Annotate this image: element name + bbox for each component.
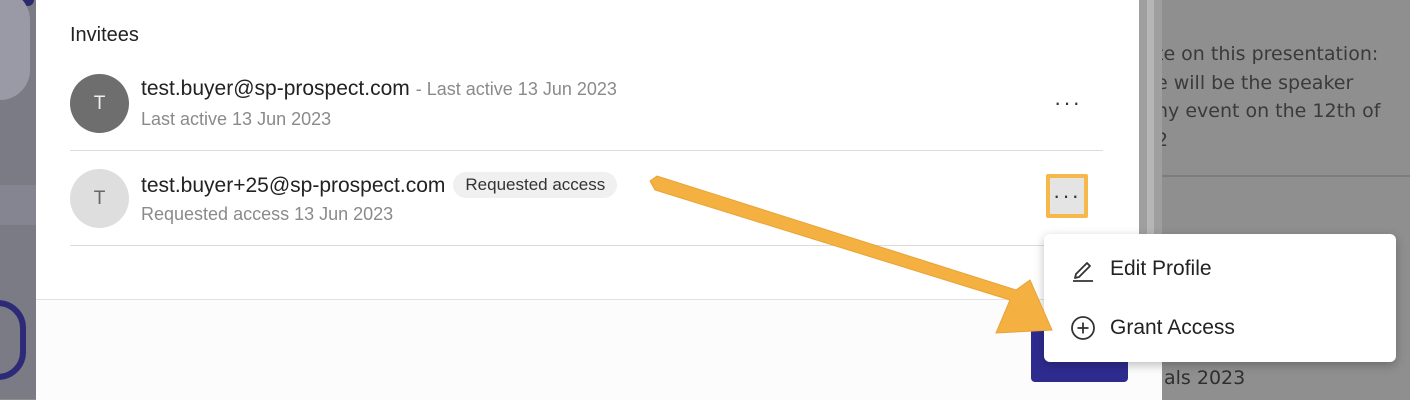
background-divider (1162, 175, 1410, 177)
plus-circle-icon (1070, 315, 1096, 341)
background-shape (0, 0, 30, 100)
menu-item-label: Edit Profile (1110, 257, 1212, 280)
invitee-row: T test.buyer@sp-prospect.com - Last activ… (70, 56, 1103, 151)
invitee-actions-menu: Edit Profile Grant Access (1044, 234, 1396, 362)
ellipsis-icon: ··· (1054, 90, 1082, 115)
menu-item-edit-profile[interactable]: Edit Profile (1044, 240, 1396, 298)
invitees-modal: Invitees T test.buyer@sp-prospect.com - L… (36, 0, 1162, 400)
background-bottom-text: als 2023 (1164, 367, 1246, 389)
requested-access-badge: Requested access (453, 172, 618, 198)
ellipsis-icon: ··· (1053, 183, 1081, 208)
more-options-button-highlighted[interactable]: ··· (1046, 174, 1088, 218)
background-description: te on this presentation: e will be the s… (1162, 43, 1381, 151)
invitee-status-line: Requested access 13 Jun 2023 (141, 204, 394, 224)
heart-icon (0, 300, 26, 380)
invitee-row: T test.buyer+25@sp-prospect.com Requested… (70, 151, 1103, 246)
avatar: T (70, 74, 129, 133)
modal-footer (36, 299, 1162, 400)
menu-item-label: Grant Access (1110, 316, 1235, 339)
invitees-section-title: Invitees (70, 24, 139, 46)
invitee-email-text: test.buyer@sp-prospect.com (141, 77, 410, 100)
menu-item-grant-access[interactable]: Grant Access (1044, 299, 1396, 357)
pencil-icon (1070, 256, 1096, 282)
invitee-last-active-inline: - Last active 13 Jun 2023 (415, 79, 617, 99)
invitee-email-text: test.buyer+25@sp-prospect.com (141, 174, 446, 197)
invitee-email: test.buyer@sp-prospect.com - Last active … (141, 77, 617, 101)
invitee-status-line: Last active 13 Jun 2023 (141, 109, 332, 129)
background-band (0, 185, 36, 225)
invitee-email: test.buyer+25@sp-prospect.com Requested a… (141, 172, 618, 198)
background-left-panel (0, 0, 36, 399)
more-options-button[interactable]: ··· (1048, 85, 1088, 121)
avatar: T (70, 169, 129, 228)
